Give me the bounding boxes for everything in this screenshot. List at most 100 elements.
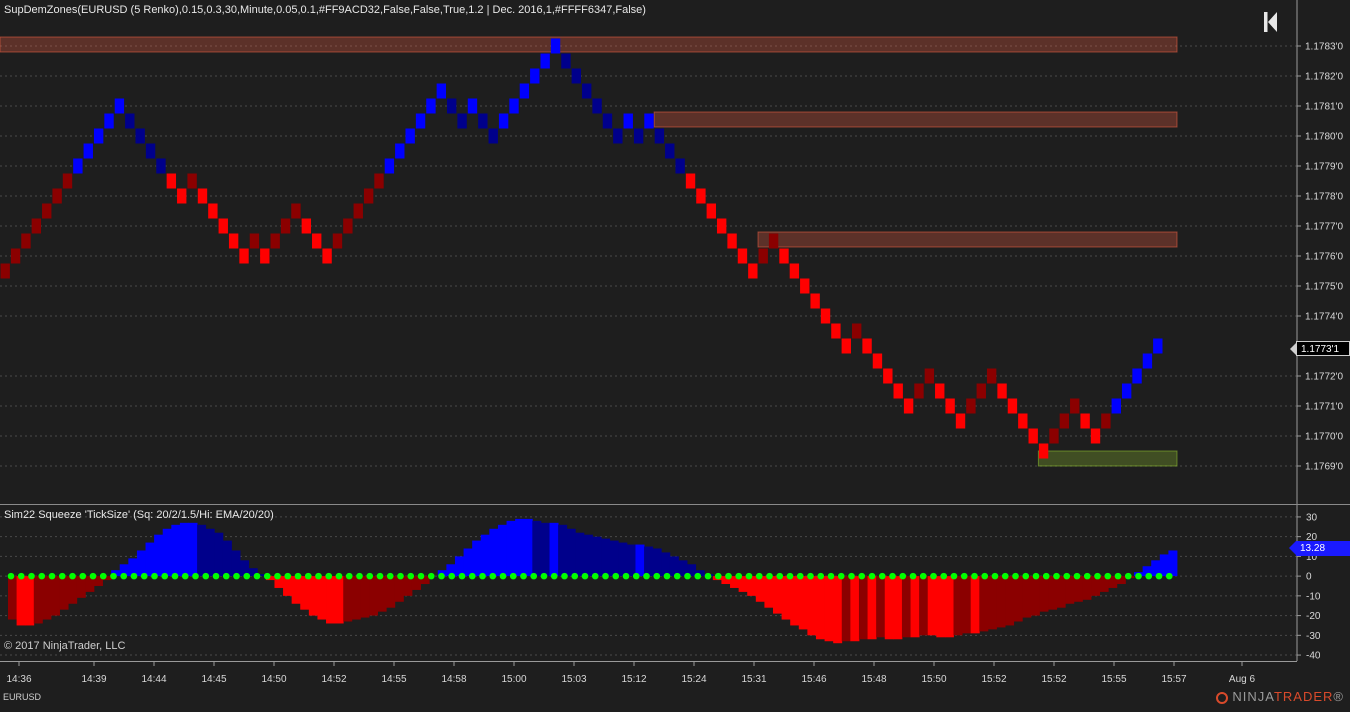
- momentum-bar-negative: [781, 576, 791, 620]
- momentum-bar-negative: [962, 576, 972, 634]
- squeeze-dot: [1001, 572, 1009, 580]
- up-brick: [966, 398, 976, 414]
- squeeze-dot: [366, 572, 374, 580]
- momentum-bar-positive: [618, 542, 628, 577]
- up-brick: [363, 188, 374, 204]
- momentum-bar-negative: [979, 576, 989, 632]
- momentum-bar-negative: [790, 576, 800, 626]
- squeeze-dot: [858, 572, 866, 580]
- momentum-bar-positive: [575, 532, 585, 577]
- momentum-bar-negative: [944, 576, 954, 638]
- momentum-bar-negative: [351, 576, 361, 620]
- squeeze-dot: [263, 572, 271, 580]
- squeeze-dot: [448, 572, 456, 580]
- momentum-bar-positive: [523, 518, 533, 577]
- momentum-bar-positive: [162, 528, 172, 577]
- demand-zone: [1037, 450, 1178, 467]
- squeeze-dot: [1124, 572, 1132, 580]
- momentum-bar-negative: [1013, 576, 1023, 622]
- momentum-bar-positive: [661, 552, 671, 577]
- down-brick: [125, 113, 135, 129]
- skip-to-start-icon[interactable]: [1262, 10, 1280, 34]
- squeeze-dot: [817, 572, 825, 580]
- squeeze-dot: [561, 572, 568, 580]
- momentum-bar-negative: [764, 576, 774, 608]
- current-price-badge: 1.1773'1: [1290, 341, 1350, 356]
- down-brick: [561, 53, 571, 69]
- brand-left: NINJA: [1232, 689, 1274, 704]
- price-tick-label: 1.1780'0: [1305, 132, 1343, 143]
- squeeze-dot: [345, 572, 353, 580]
- squeeze-dot: [48, 572, 56, 580]
- squeeze-dot: [704, 572, 712, 580]
- indicator-panel-title: Sim22 Squeeze 'TickSize' (Sq: 20/2/1.5/H…: [4, 509, 274, 521]
- squeeze-dot: [1145, 572, 1153, 580]
- squeeze-dot: [1073, 572, 1081, 580]
- up-brick: [343, 218, 353, 234]
- up-brick: [187, 173, 197, 189]
- squeeze-dot: [120, 572, 128, 580]
- momentum-bar-negative: [377, 576, 387, 612]
- time-tick-label: 14:44: [141, 674, 166, 685]
- squeeze-dot: [612, 572, 620, 580]
- down-brick: [779, 248, 789, 264]
- momentum-bar-negative: [300, 576, 310, 610]
- squeeze-dot: [878, 572, 886, 580]
- down-brick: [955, 413, 966, 429]
- squeeze-dot: [233, 572, 240, 580]
- momentum-bar-positive: [205, 528, 215, 577]
- up-brick: [914, 383, 924, 399]
- momentum-bar-negative: [326, 576, 336, 624]
- momentum-bar-positive: [540, 522, 550, 577]
- squeeze-dot: [622, 572, 630, 580]
- price-panel-title: SupDemZones(EURUSD (5 Renko),0.15,0.3,30…: [4, 4, 646, 16]
- price-tick-label: 1.1778'0: [1305, 192, 1343, 203]
- price-tick-label: 1.1783'0: [1305, 42, 1343, 53]
- squeeze-dot: [632, 572, 640, 580]
- up-brick: [52, 188, 62, 204]
- squeeze-dot: [1165, 572, 1173, 580]
- squeeze-dot: [99, 572, 107, 580]
- up-brick: [1101, 413, 1111, 429]
- squeeze-dot: [714, 572, 722, 580]
- squeeze-dot: [417, 572, 425, 580]
- squeeze-dot: [673, 572, 681, 580]
- squeeze-dot: [130, 572, 138, 580]
- down-brick: [1090, 428, 1101, 444]
- momentum-bar-negative: [360, 576, 370, 618]
- momentum-bar-negative: [1030, 576, 1040, 616]
- ninjatrader-chart-window: 1.1783'0 1.1782'0 1.1781'0 1.1780'0 1.1779'0…: [0, 0, 1350, 707]
- momentum-bar-negative: [42, 576, 52, 620]
- momentum-bar-negative: [317, 576, 327, 620]
- up-brick: [758, 248, 768, 264]
- down-brick: [685, 173, 696, 189]
- time-tick-label: 15:52: [1041, 674, 1066, 685]
- squeeze-dot: [1155, 572, 1163, 580]
- up-brick: [62, 173, 73, 189]
- squeeze-dot: [140, 572, 148, 580]
- up-brick: [280, 218, 291, 234]
- down-brick: [582, 83, 592, 99]
- down-brick: [737, 248, 748, 264]
- momentum-bar-negative: [987, 576, 997, 630]
- price-tick-label: 1.1772'0: [1305, 372, 1343, 383]
- momentum-bar-positive: [1168, 550, 1178, 577]
- up-brick: [623, 113, 633, 129]
- momentum-bar-negative: [25, 576, 35, 626]
- brand-mark: ®: [1333, 689, 1344, 704]
- up-brick: [42, 203, 52, 219]
- squeeze-dot: [489, 572, 497, 580]
- price-tick-label: 1.1769'0: [1305, 462, 1343, 473]
- down-brick: [1080, 413, 1090, 429]
- down-brick: [997, 383, 1007, 399]
- squeeze-dot: [530, 572, 538, 580]
- squeeze-dot: [889, 572, 896, 580]
- down-brick: [260, 248, 270, 264]
- momentum-bar-negative: [833, 576, 843, 644]
- up-brick: [332, 233, 343, 249]
- squeeze-dot: [776, 572, 784, 580]
- squeeze-dot: [38, 572, 46, 580]
- squeeze-dot: [294, 572, 302, 580]
- squeeze-dot: [981, 572, 989, 580]
- down-brick: [633, 128, 644, 144]
